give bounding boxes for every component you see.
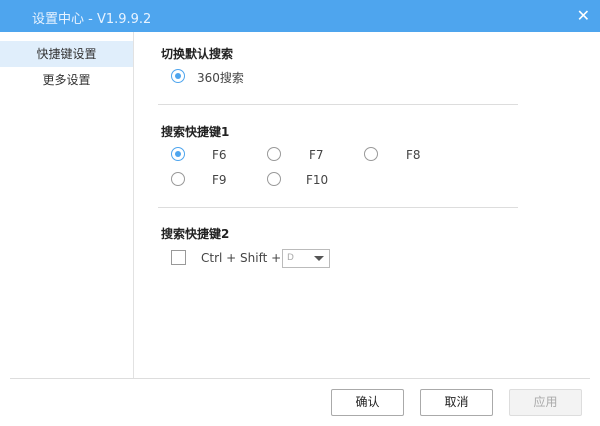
radio-f7[interactable] [267,147,281,161]
window-title: 设置中心 - V1.9.9.2 [32,12,152,27]
radio-label: F7 [309,148,324,162]
sidebar-item-more[interactable]: 更多设置 [0,67,133,93]
radio-label: 360搜索 [197,71,244,85]
hotkey2-checkbox[interactable] [171,250,186,265]
divider [158,207,518,208]
cancel-button[interactable]: 取消 [420,389,493,416]
footer-divider [10,378,590,379]
key-select-value: D [287,253,294,263]
radio-f10[interactable] [267,172,281,186]
ok-button[interactable]: 确认 [331,389,404,416]
hotkey1-title: 搜索快捷键1 [161,125,230,139]
radio-f9[interactable] [171,172,185,186]
divider [158,104,518,105]
radio-label: F8 [406,148,421,162]
hotkey2-title: 搜索快捷键2 [161,227,230,241]
close-icon[interactable]: ✕ [577,6,590,25]
radio-f6[interactable] [171,147,185,161]
key-select[interactable]: D [282,249,330,268]
default-search-title: 切换默认搜索 [161,47,234,61]
radio-label: F9 [212,173,227,187]
radio-label: F10 [306,173,329,187]
radio-label: F6 [212,148,227,162]
sidebar: 快捷键设置 更多设置 [0,32,134,378]
chevron-down-icon [314,256,324,261]
radio-f8[interactable] [364,147,378,161]
title-bar: 设置中心 - V1.9.9.2 ✕ [0,0,600,32]
combo-label: Ctrl + Shift + [201,251,282,265]
apply-button[interactable]: 应用 [509,389,582,416]
sidebar-item-hotkeys[interactable]: 快捷键设置 [0,41,133,67]
radio-360-search[interactable] [171,69,185,83]
